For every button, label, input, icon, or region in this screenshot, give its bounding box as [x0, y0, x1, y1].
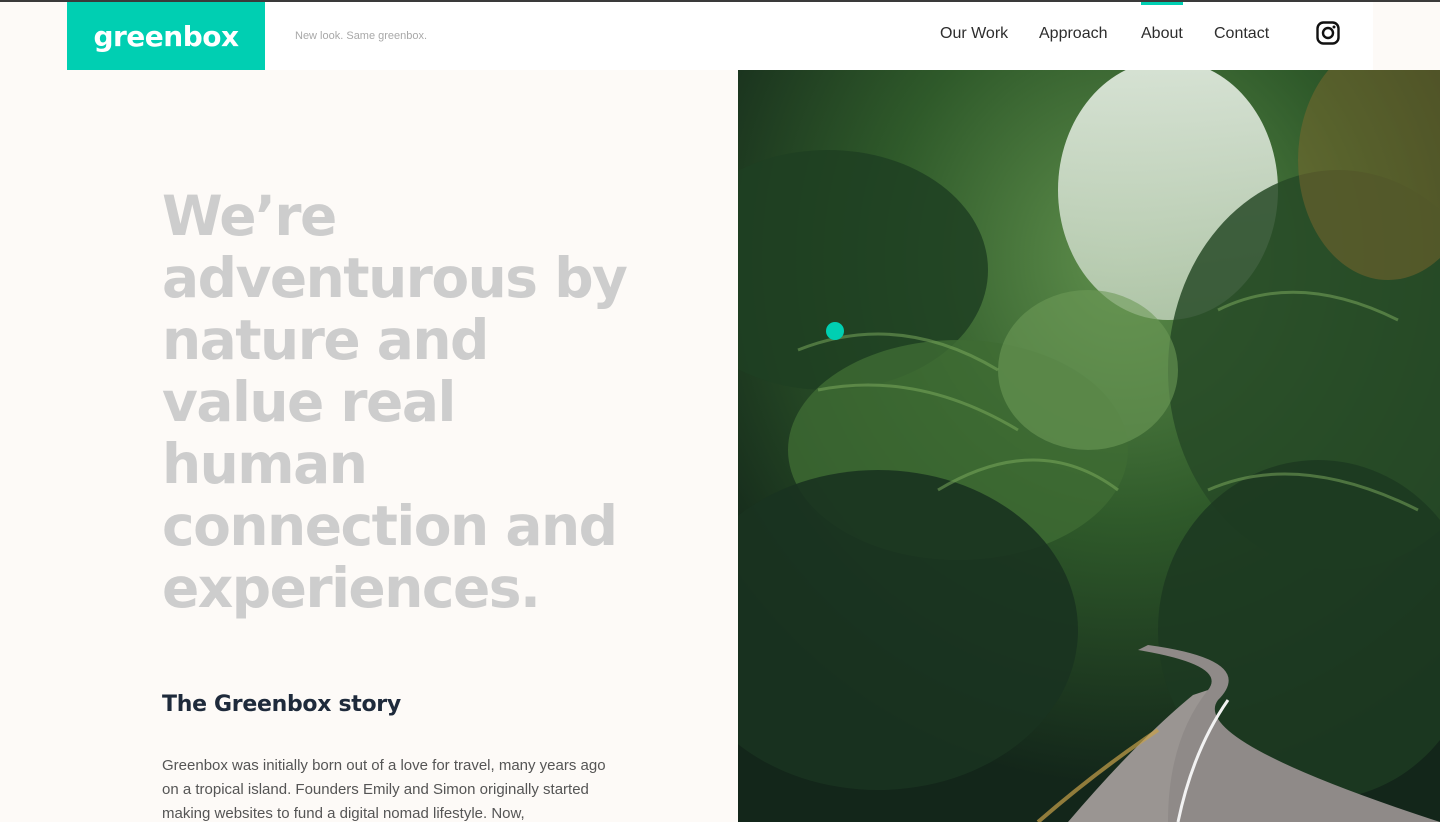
- story-heading: The Greenbox story: [162, 692, 401, 717]
- instagram-icon[interactable]: [1316, 21, 1340, 45]
- nav-approach[interactable]: Approach: [1039, 2, 1108, 70]
- tagline: New look. Same greenbox.: [295, 30, 428, 42]
- nav-about[interactable]: About: [1141, 2, 1183, 70]
- hero-image: [738, 70, 1440, 822]
- greenbox-logo[interactable]: greenbox: [67, 2, 265, 70]
- story-body: Greenbox was initially born out of a lov…: [162, 757, 606, 822]
- nav-our-work[interactable]: Our Work: [940, 2, 1008, 70]
- hero-headline: We’re adventurous by nature and value re…: [162, 184, 628, 620]
- site-header: greenbox New look. Same greenbox. Our Wo…: [67, 2, 1373, 70]
- nav-contact[interactable]: Contact: [1214, 2, 1269, 70]
- teal-dot-marker: [826, 322, 844, 340]
